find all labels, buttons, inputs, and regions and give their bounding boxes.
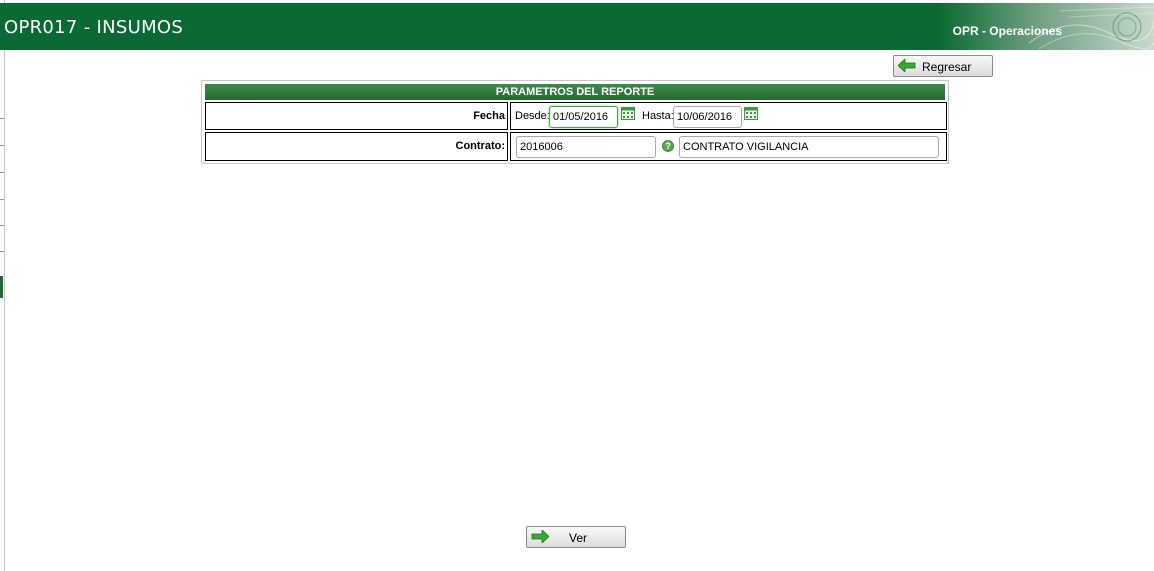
module-name: OPR - Operaciones [952,24,1062,38]
gutter-active-marker [0,276,3,298]
calendar-icon[interactable] [744,107,758,120]
contrato-name-input[interactable]: CONTRATO VIGILANCIA [679,136,939,158]
report-parameters-panel: PARAMETROS DEL REPORTE Fecha Desde: 01/0… [201,80,949,164]
gutter-divider [0,251,4,252]
gutter-divider [0,118,4,119]
fecha-label: Fecha [205,102,508,130]
left-gutter [0,0,5,571]
panel-title: PARAMETROS DEL REPORTE [205,84,945,100]
contrato-row: Contrato: 2016006 ? CONTRATO VIGILANCIA [205,132,947,161]
help-icon[interactable]: ? [662,140,674,152]
svg-text:?: ? [665,141,671,151]
page-title: OPR017 - INSUMOS [4,17,184,38]
app-header: OPR017 - INSUMOS OPR - Operaciones [0,3,1154,50]
fecha-value-cell: Desde: 01/05/2016 Hasta: 10/06/2016 [510,102,947,130]
view-report-button[interactable]: Ver [526,526,626,548]
back-button-label: Regresar [922,60,972,74]
contrato-value-cell: 2016006 ? CONTRATO VIGILANCIA [510,132,947,161]
back-button[interactable]: Regresar [893,55,993,77]
gutter-divider [0,145,4,146]
hasta-label: Hasta: [642,110,674,122]
view-button-label: Ver [569,531,588,545]
gutter-divider [0,172,4,173]
arrow-right-icon [531,530,549,543]
calendar-icon[interactable] [621,107,635,120]
gutter-divider [0,225,4,226]
hasta-date-input[interactable]: 10/06/2016 [673,106,742,128]
contrato-label: Contrato: [205,132,508,161]
desde-label: Desde: [515,110,550,122]
contrato-code-input[interactable]: 2016006 [516,136,656,158]
fecha-row: Fecha Desde: 01/05/2016 Hasta: 10/06/201… [205,102,947,130]
gutter-divider [0,199,4,200]
arrow-left-icon [898,59,916,72]
desde-date-input[interactable]: 01/05/2016 [549,106,618,128]
